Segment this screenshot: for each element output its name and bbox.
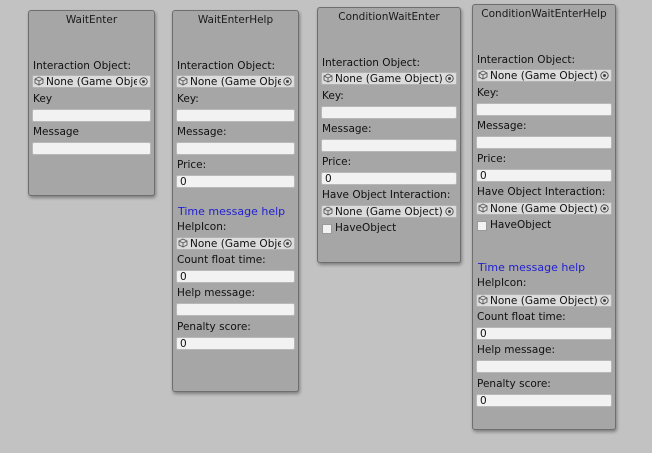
price-input[interactable]: 0 [476, 169, 612, 182]
help-icon-value: None (Game Object) [490, 295, 598, 307]
key-label: Key: [322, 90, 344, 102]
node-title: ConditionWaitEnter [338, 11, 440, 23]
help-message-label: Help message: [477, 344, 556, 356]
penalty-score-label: Penalty score: [177, 321, 251, 333]
node-wait-enter-help[interactable]: WaitEnterHelp Interaction Object: None (… [172, 10, 299, 392]
cube-icon [178, 76, 188, 86]
cube-icon [478, 70, 488, 80]
price-label: Price: [322, 156, 352, 168]
help-icon-field[interactable]: None (Game Object) [476, 294, 612, 307]
cube-icon [178, 238, 188, 248]
cube-icon [34, 76, 44, 86]
price-input[interactable]: 0 [176, 175, 295, 188]
interaction-object-label: Interaction Object: [33, 60, 132, 72]
have-object-interaction-label: Have Object Interaction: [322, 189, 451, 201]
message-input[interactable] [476, 136, 612, 149]
interaction-object-label: Interaction Object: [322, 57, 421, 69]
price-label: Price: [177, 159, 207, 171]
interaction-object-value: None (Game Object) [46, 76, 151, 88]
have-object-interaction-field[interactable]: None (Game Object) [476, 202, 612, 215]
help-message-input[interactable] [476, 360, 612, 373]
message-input[interactable] [176, 142, 295, 155]
node-wait-enter[interactable]: WaitEnter Interaction Object: None (Game… [28, 10, 155, 196]
cube-icon [323, 206, 333, 216]
price-input[interactable]: 0 [321, 172, 457, 185]
have-object-checkbox[interactable] [477, 221, 487, 231]
target-picker-icon[interactable] [443, 73, 456, 84]
interaction-object-value: None (Game Object) [190, 76, 295, 88]
help-icon-label: HelpIcon: [477, 277, 527, 289]
cube-icon [478, 295, 488, 305]
key-input[interactable] [32, 109, 151, 122]
message-label: Message [33, 126, 80, 138]
have-object-checkbox-label: HaveObject [335, 222, 397, 234]
count-float-time-label: Count float time: [477, 311, 566, 323]
target-picker-icon[interactable] [281, 76, 294, 87]
target-picker-icon[interactable] [137, 76, 150, 87]
message-label: Message: [477, 120, 527, 132]
key-input[interactable] [321, 106, 457, 119]
help-icon-label: HelpIcon: [177, 221, 227, 233]
interaction-object-label: Interaction Object: [477, 54, 576, 66]
help-message-label: Help message: [177, 287, 256, 299]
target-picker-icon[interactable] [598, 70, 611, 81]
interaction-object-field[interactable]: None (Game Object) [321, 72, 457, 85]
help-icon-field[interactable]: None (Game Object) [176, 237, 295, 250]
time-message-help-heading: Time message help [478, 261, 586, 274]
cube-icon [323, 73, 333, 83]
message-label: Message: [177, 126, 227, 138]
have-object-interaction-label: Have Object Interaction: [477, 186, 606, 198]
key-label: Key: [177, 93, 199, 105]
interaction-object-field[interactable]: None (Game Object) [176, 75, 295, 88]
price-label: Price: [477, 153, 507, 165]
target-picker-icon[interactable] [598, 203, 611, 214]
have-object-checkbox-label: HaveObject [490, 219, 552, 231]
have-object-interaction-value: None (Game Object) [490, 203, 598, 215]
node-title: ConditionWaitEnterHelp [481, 8, 607, 20]
target-picker-icon[interactable] [281, 238, 294, 249]
key-input[interactable] [176, 109, 295, 122]
message-input[interactable] [32, 142, 151, 155]
node-title: WaitEnterHelp [197, 14, 274, 26]
target-picker-icon[interactable] [443, 206, 456, 217]
node-condition-wait-enter[interactable]: ConditionWaitEnter Interaction Object: N… [317, 7, 461, 263]
have-object-interaction-value: None (Game Object) [335, 206, 443, 218]
interaction-object-value: None (Game Object) [490, 70, 598, 82]
interaction-object-value: None (Game Object) [335, 73, 443, 85]
node-condition-wait-enter-help[interactable]: ConditionWaitEnterHelp Interaction Objec… [472, 4, 616, 430]
count-float-time-label: Count float time: [177, 254, 266, 266]
help-message-input[interactable] [176, 303, 295, 316]
node-title: WaitEnter [65, 14, 118, 26]
help-icon-value: None (Game Object) [190, 238, 295, 250]
message-input[interactable] [321, 139, 457, 152]
have-object-checkbox[interactable] [322, 224, 332, 234]
interaction-object-field[interactable]: None (Game Object) [32, 75, 151, 88]
target-picker-icon[interactable] [598, 295, 611, 306]
key-label: Key [33, 93, 53, 105]
time-message-help-heading: Time message help [178, 205, 286, 218]
key-label: Key: [477, 87, 499, 99]
count-float-time-input[interactable]: 0 [176, 270, 295, 283]
key-input[interactable] [476, 103, 612, 116]
penalty-score-input[interactable]: 0 [476, 394, 612, 407]
penalty-score-input[interactable]: 0 [176, 337, 295, 350]
interaction-object-label: Interaction Object: [177, 60, 276, 72]
penalty-score-label: Penalty score: [477, 378, 551, 390]
cube-icon [478, 203, 488, 213]
interaction-object-field[interactable]: None (Game Object) [476, 69, 612, 82]
have-object-interaction-field[interactable]: None (Game Object) [321, 205, 457, 218]
count-float-time-input[interactable]: 0 [476, 327, 612, 340]
message-label: Message: [322, 123, 372, 135]
